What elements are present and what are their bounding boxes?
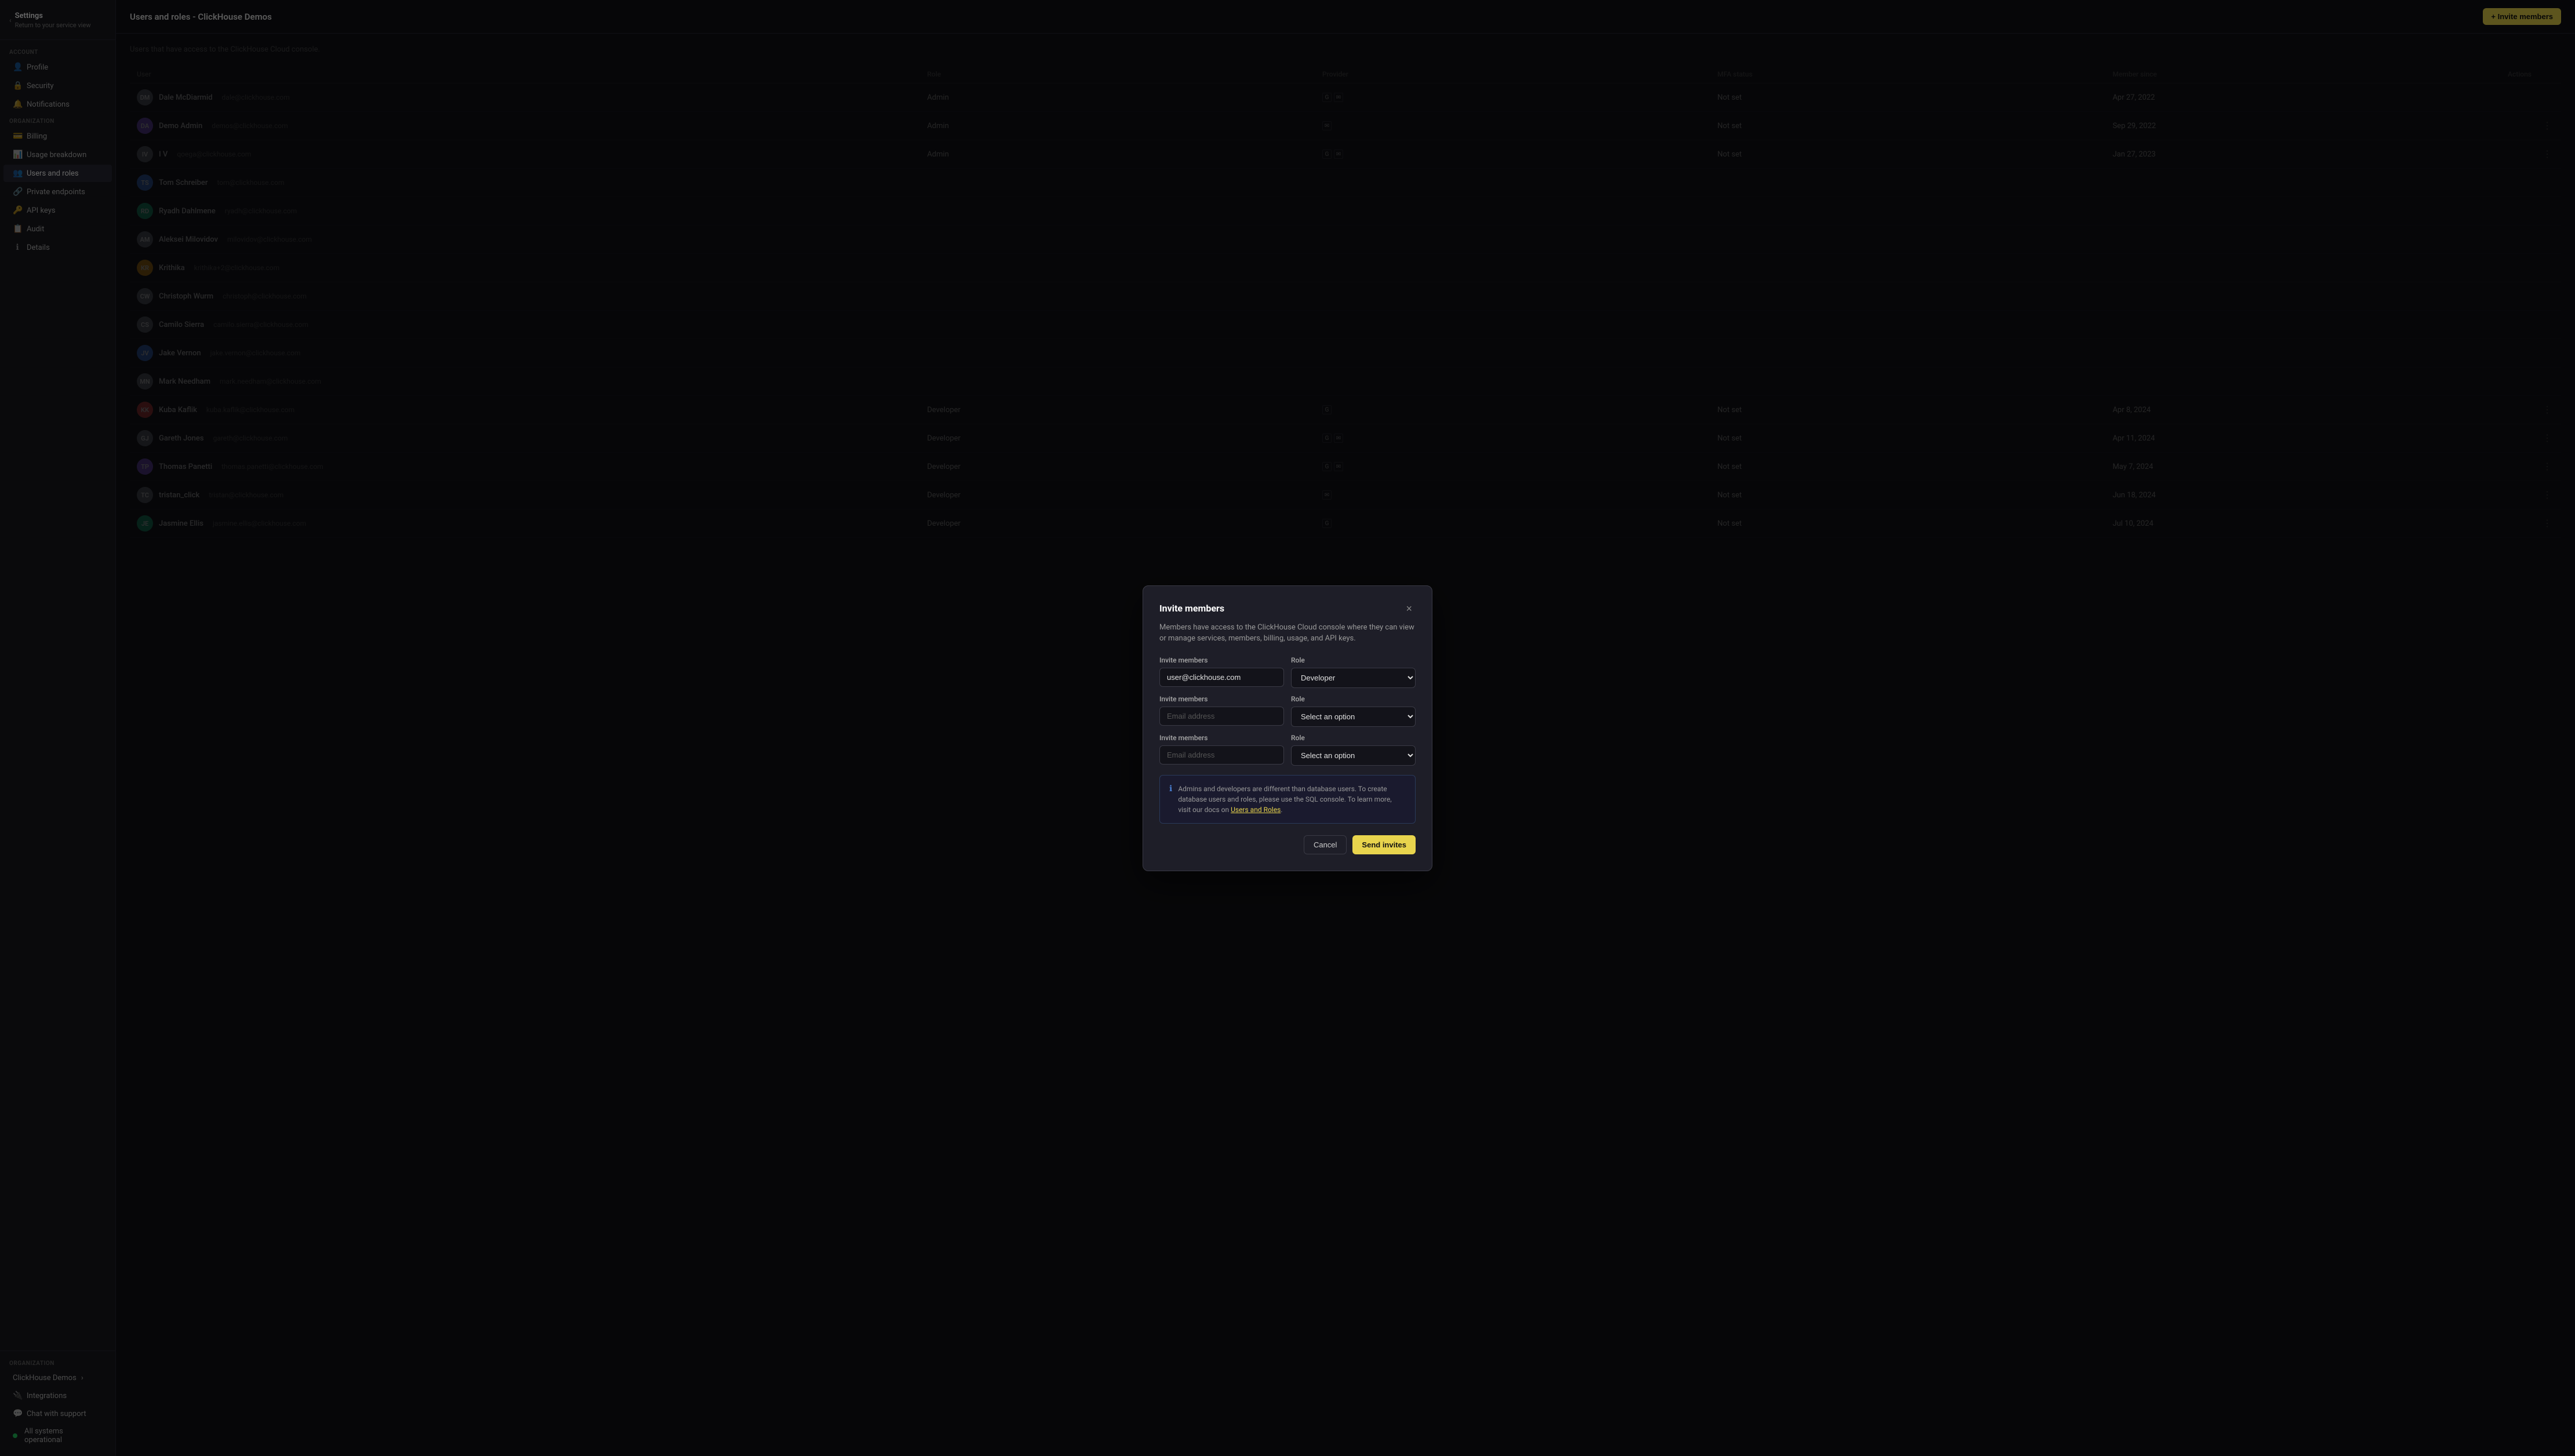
modal-overlay: Invite members × Members have access to … bbox=[0, 0, 2575, 1456]
invite-email-group-2: Invite members bbox=[1159, 695, 1284, 727]
info-link-suffix: . bbox=[1281, 806, 1282, 814]
invite-role-group-1: Role Admin Developer bbox=[1291, 656, 1416, 688]
invite-members-modal: Invite members × Members have access to … bbox=[1143, 585, 1432, 871]
invite-label-2: Invite members bbox=[1159, 695, 1284, 703]
invite-email-input-3[interactable] bbox=[1159, 745, 1284, 765]
invite-row-2: Invite members Role Select an option Adm… bbox=[1159, 695, 1416, 727]
invite-row-3: Invite members Role Select an option Adm… bbox=[1159, 734, 1416, 766]
modal-title: Invite members bbox=[1159, 603, 1224, 614]
invite-email-group-3: Invite members bbox=[1159, 734, 1284, 766]
role-select-3[interactable]: Select an option Admin Developer bbox=[1291, 745, 1416, 766]
info-text-content: Admins and developers are different than… bbox=[1178, 785, 1391, 814]
invite-email-input-1[interactable] bbox=[1159, 668, 1284, 687]
role-select-1[interactable]: Admin Developer bbox=[1291, 668, 1416, 688]
info-text: Admins and developers are different than… bbox=[1178, 784, 1406, 815]
users-and-roles-link[interactable]: Users and Roles bbox=[1231, 806, 1281, 814]
cancel-button[interactable]: Cancel bbox=[1304, 835, 1347, 854]
modal-header: Invite members × bbox=[1159, 602, 1416, 615]
modal-description: Members have access to the ClickHouse Cl… bbox=[1159, 622, 1416, 645]
role-label-3: Role bbox=[1291, 734, 1416, 742]
role-label-1: Role bbox=[1291, 656, 1416, 664]
modal-close-button[interactable]: × bbox=[1402, 602, 1416, 615]
role-label-2: Role bbox=[1291, 695, 1416, 703]
invite-label-1: Invite members bbox=[1159, 656, 1284, 664]
invite-email-input-2[interactable] bbox=[1159, 707, 1284, 726]
role-select-2[interactable]: Select an option Admin Developer bbox=[1291, 707, 1416, 727]
modal-footer: Cancel Send invites bbox=[1159, 835, 1416, 854]
invite-label-3: Invite members bbox=[1159, 734, 1284, 742]
info-icon: ℹ bbox=[1169, 784, 1172, 793]
invite-row-1: Invite members Role Admin Developer bbox=[1159, 656, 1416, 688]
invite-role-group-3: Role Select an option Admin Developer bbox=[1291, 734, 1416, 766]
invite-role-group-2: Role Select an option Admin Developer bbox=[1291, 695, 1416, 727]
info-box: ℹ Admins and developers are different th… bbox=[1159, 775, 1416, 824]
invite-email-group-1: Invite members bbox=[1159, 656, 1284, 688]
send-invites-button[interactable]: Send invites bbox=[1352, 835, 1416, 854]
